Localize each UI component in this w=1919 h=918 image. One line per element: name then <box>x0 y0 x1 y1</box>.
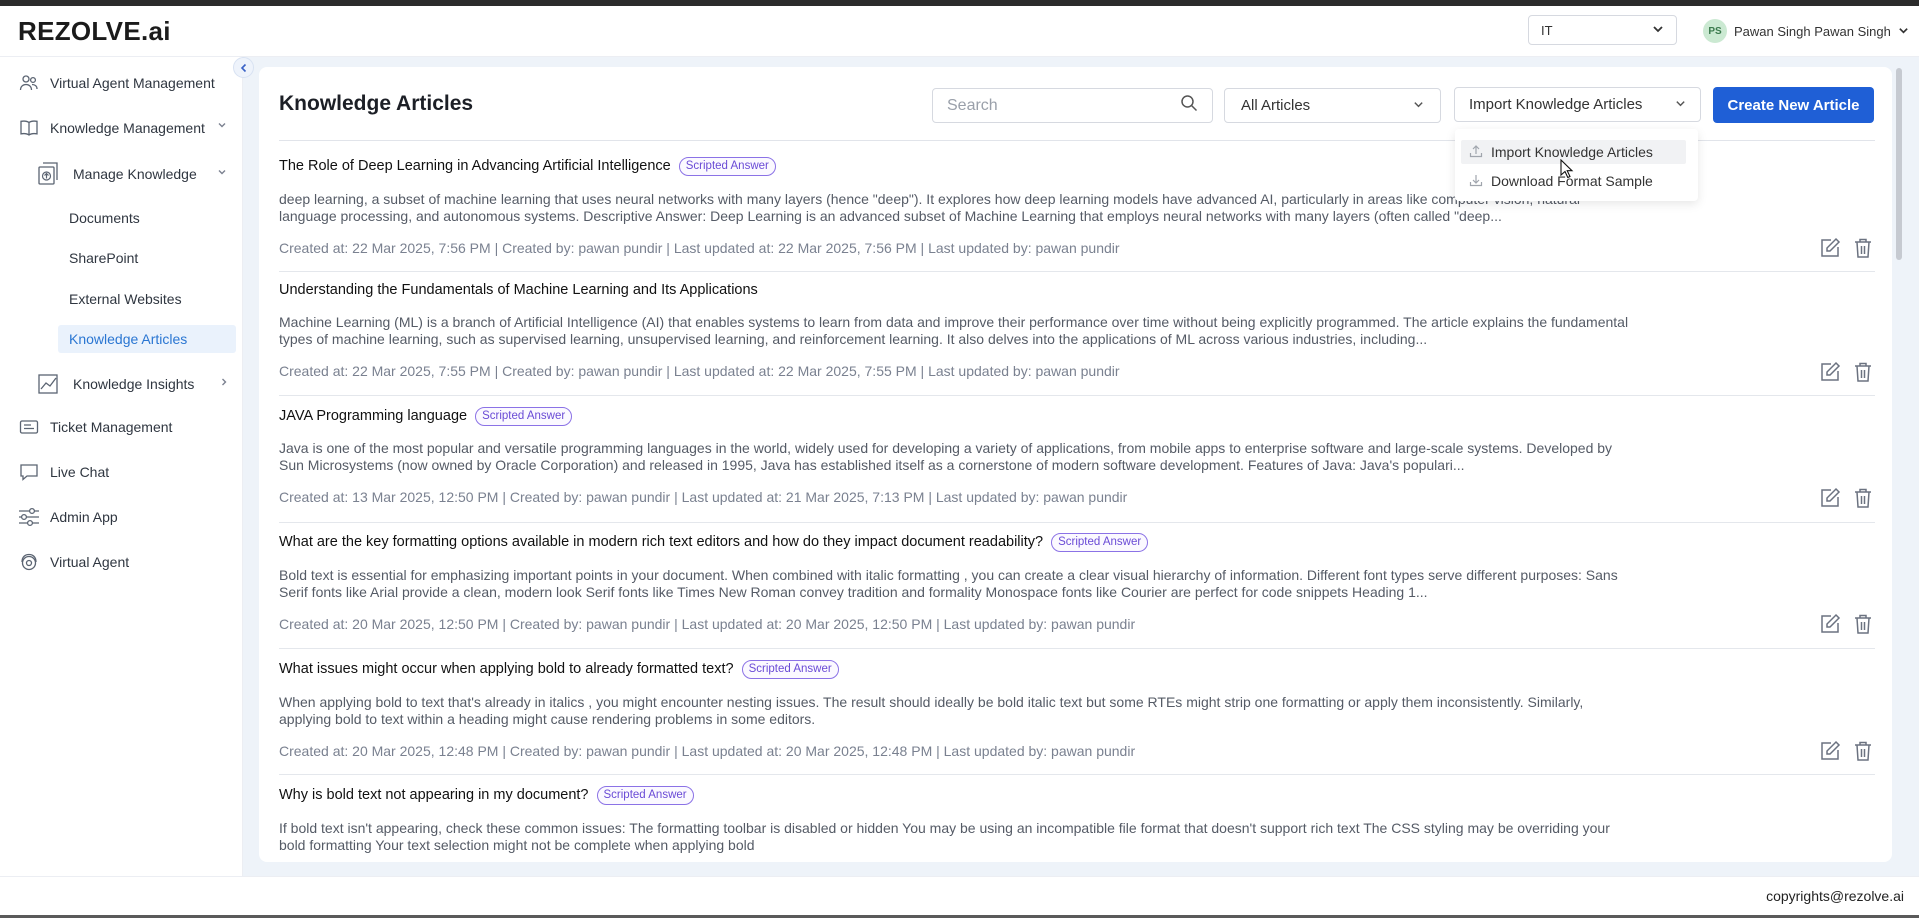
sidebar-subitem-sharepoint[interactable]: SharePoint <box>69 250 138 266</box>
delete-icon[interactable] <box>1851 486 1875 510</box>
sidebar-item-admin-app[interactable]: Admin App <box>18 504 118 530</box>
chevron-down-icon <box>1652 23 1664 38</box>
article-title[interactable]: Understanding the Fundamentals of Machin… <box>279 282 758 298</box>
status-badge: Scripted Answer <box>475 406 573 426</box>
sidebar-item-label: Knowledge Management <box>50 120 205 136</box>
status-badge: Scripted Answer <box>741 659 839 679</box>
tenant-value: IT <box>1541 22 1553 38</box>
import-knowledge-select[interactable]: Import Knowledge Articles <box>1454 87 1701 122</box>
delete-icon[interactable] <box>1851 360 1875 384</box>
chevron-down-icon <box>1413 97 1424 114</box>
page-title: Knowledge Articles <box>279 92 474 115</box>
mouse-cursor-icon <box>1560 158 1574 184</box>
top-header: REZOLVE.ai IT PS Pawan Singh Pawan Singh <box>0 6 1919 57</box>
sidebar-item-ticket-management[interactable]: Ticket Management <box>18 414 172 440</box>
article-title[interactable]: The Role of Deep Learning in Advancing A… <box>279 158 671 174</box>
edit-icon[interactable] <box>1818 360 1842 384</box>
article-filter-select[interactable]: All Articles <box>1224 88 1441 123</box>
sidebar-item-label: Manage Knowledge <box>73 166 197 182</box>
article-title[interactable]: Why is bold text not appearing in my doc… <box>279 787 589 803</box>
sidebar-item-label: Admin App <box>50 509 118 525</box>
article-title[interactable]: JAVA Programming language <box>279 408 467 424</box>
sidebar-item-virtual-agent[interactable]: Virtual Agent <box>18 549 129 575</box>
sidebar-item-label: Live Chat <box>50 464 110 480</box>
delete-icon[interactable] <box>1851 612 1875 636</box>
create-new-article-button[interactable]: Create New Article <box>1713 87 1874 123</box>
article-meta: Created at: 22 Mar 2025, 7:55 PM | Creat… <box>279 363 1120 379</box>
article-description: When applying bold to text that's alread… <box>279 694 1584 727</box>
sidebar-subitem-documents[interactable]: Documents <box>69 210 140 226</box>
chevron-left-icon <box>240 63 246 72</box>
sidebar-item-label: Knowledge Insights <box>73 376 195 392</box>
agent-icon <box>18 551 40 573</box>
search-input[interactable]: Search <box>932 88 1213 123</box>
sidebar-item-live-chat[interactable]: Live Chat <box>18 459 109 485</box>
app-logo[interactable]: REZOLVE.ai <box>18 16 171 47</box>
sidebar-subitem-knowledge-articles[interactable]: Knowledge Articles <box>58 325 236 353</box>
article-meta: Created at: 13 Mar 2025, 12:50 PM | Crea… <box>279 489 1128 505</box>
divider <box>279 774 1875 775</box>
sidebar-item-label: Virtual Agent Management <box>50 75 215 91</box>
import-label: Import Knowledge Articles <box>1469 96 1643 113</box>
status-badge: Scripted Answer <box>1051 532 1149 552</box>
tenant-select[interactable]: IT <box>1528 15 1677 45</box>
divider <box>279 395 1875 396</box>
user-menu[interactable]: PS Pawan Singh Pawan Singh <box>1703 18 1909 44</box>
sidebar-item-label: Virtual Agent <box>50 554 130 570</box>
search-placeholder: Search <box>947 96 998 114</box>
edit-icon[interactable] <box>1818 486 1842 510</box>
article-meta: Created at: 22 Mar 2025, 7:56 PM | Creat… <box>279 240 1120 256</box>
sidebar-item-knowledge-insights[interactable]: Knowledge Insights <box>37 371 194 397</box>
book-icon <box>18 117 40 139</box>
article-description: If bold text isn't appearing, check thes… <box>279 820 1610 853</box>
article-title[interactable]: What issues might occur when applying bo… <box>279 661 734 677</box>
sliders-icon <box>18 506 40 528</box>
user-name: Pawan Singh Pawan Singh <box>1734 23 1891 39</box>
upload-doc-icon <box>37 162 59 185</box>
divider <box>279 271 1875 272</box>
status-badge: Scripted Answer <box>596 785 694 805</box>
status-badge: Scripted Answer <box>678 156 776 176</box>
edit-icon[interactable] <box>1818 739 1842 763</box>
users-icon <box>18 72 40 94</box>
menu-item-label: Import Knowledge Articles <box>1491 144 1653 160</box>
upload-icon <box>1469 144 1483 161</box>
divider <box>279 522 1875 523</box>
chevron-down-icon <box>1675 96 1686 113</box>
article-description: Bold text is essential for emphasizing i… <box>279 567 1618 600</box>
delete-icon[interactable] <box>1851 739 1875 763</box>
chevron-right-icon[interactable] <box>219 377 229 390</box>
collapse-sidebar-button[interactable] <box>233 57 254 78</box>
divider <box>279 648 1875 649</box>
article-description: Java is one of the most popular and vers… <box>279 440 1613 473</box>
article-description: Machine Learning (ML) is a branch of Art… <box>279 314 1629 347</box>
import-dropdown-menu: Import Knowledge Articles Download Forma… <box>1455 129 1698 201</box>
download-icon <box>1469 173 1483 190</box>
article-description: deep learning, a subset of machine learn… <box>279 191 1580 224</box>
edit-icon[interactable] <box>1818 236 1842 260</box>
sidebar-item-knowledge-management[interactable]: Knowledge Management <box>18 115 205 141</box>
avatar: PS <box>1703 19 1727 43</box>
delete-icon[interactable] <box>1851 236 1875 260</box>
search-icon[interactable] <box>1180 94 1198 117</box>
chevron-down-icon[interactable] <box>217 120 227 133</box>
ticket-icon <box>18 416 40 438</box>
copyright-text: copyrights@rezolve.ai <box>1766 888 1904 904</box>
sidebar-item-virtual-agent-management[interactable]: Virtual Agent Management <box>18 70 215 96</box>
sidebar-subitem-external-websites[interactable]: External Websites <box>69 291 182 307</box>
chevron-down-icon <box>1898 24 1909 39</box>
chevron-down-icon[interactable] <box>217 167 227 180</box>
article-meta: Created at: 20 Mar 2025, 12:48 PM | Crea… <box>279 743 1136 759</box>
sidebar-item-manage-knowledge[interactable]: Manage Knowledge <box>37 161 197 187</box>
chat-icon <box>18 461 40 483</box>
footer: copyrights@rezolve.ai <box>0 876 1919 918</box>
article-title[interactable]: What are the key formatting options avai… <box>279 534 1043 550</box>
sidebar-item-label: Ticket Management <box>50 419 173 435</box>
chart-icon <box>37 373 59 395</box>
edit-icon[interactable] <box>1818 612 1842 636</box>
filter-value: All Articles <box>1241 97 1311 114</box>
scrollbar[interactable] <box>1896 68 1902 260</box>
article-meta: Created at: 20 Mar 2025, 12:50 PM | Crea… <box>279 616 1136 632</box>
